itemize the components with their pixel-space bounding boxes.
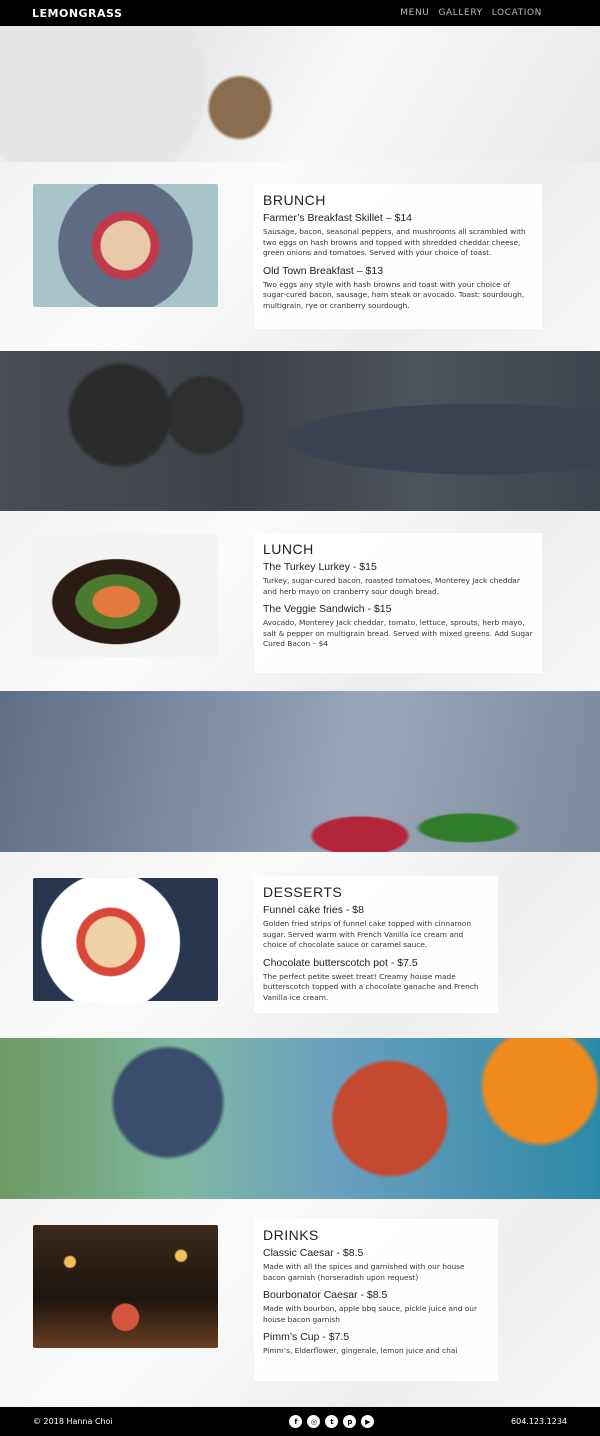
lunch-card: LUNCH The Turkey Lurkey - $15 Turkey, su…	[254, 533, 542, 673]
brunch-photo	[33, 184, 218, 307]
youtube-icon[interactable]: ▶	[361, 1415, 375, 1428]
drinks-photo	[33, 1225, 218, 1348]
section-title: DRINKS	[263, 1227, 319, 1243]
menu-item: Chocolate butterscotch pot - $7.5 The pe…	[263, 957, 489, 1004]
menu-item-desc: Pimm’s, Elderflower, gingerale, lemon ju…	[263, 1346, 458, 1355]
lunch-photo	[33, 534, 218, 657]
section-drinks: DRINKS Classic Caesar - $8.5 Made with a…	[0, 1199, 600, 1407]
menu-item: The Veggie Sandwich - $15 Avocado, Monte…	[263, 603, 533, 650]
menu-item: Farmer’s Breakfast Skillet – $14 Sausage…	[263, 212, 533, 259]
menu-item-name: Farmer’s Breakfast Skillet – $14	[263, 212, 413, 224]
facebook-icon[interactable]: f	[289, 1415, 303, 1428]
section-lunch: LUNCH The Turkey Lurkey - $15 Turkey, su…	[0, 511, 600, 691]
hero-banner-brunch	[0, 26, 600, 162]
menu-item-name: Chocolate butterscotch pot - $7.5	[263, 956, 418, 969]
menu-item-desc: Sausage, bacon, seasonal peppers, and mu…	[263, 227, 526, 257]
menu-item-desc: Made with all the spices and garnished w…	[263, 1262, 465, 1282]
menu-item-name: Pimm’s Cup - $7.5	[263, 1331, 350, 1343]
twitter-icon[interactable]: t	[325, 1415, 339, 1428]
nav-link-location[interactable]: LOCATION	[492, 8, 542, 18]
section-desserts: DESSERTS Funnel cake fries - $8 Golden f…	[0, 852, 600, 1038]
banner-fruit-drinks	[0, 1038, 600, 1199]
brunch-card: BRUNCH Farmer’s Breakfast Skillet – $14 …	[254, 184, 542, 329]
menu-item-desc: Avocado, Monterey Jack cheddar, tomato, …	[263, 618, 533, 648]
menu-item-name: Classic Caesar - $8.5	[263, 1247, 364, 1259]
menu-item-name: The Turkey Lurkey - $15	[263, 561, 377, 573]
nav-link-gallery[interactable]: GALLERY	[438, 8, 482, 18]
menu-item-name: Funnel cake fries - $8	[263, 904, 364, 916]
menu-item: Classic Caesar - $8.5 Made with all the …	[263, 1247, 489, 1283]
menu-item: Old Town Breakfast – $13 Two eggs any st…	[263, 265, 533, 312]
menu-item-name: Bourbonator Caesar - $8.5	[263, 1289, 388, 1301]
nav-link-menu[interactable]: MENU	[400, 8, 429, 18]
social-links: f ◎ t p ▶	[289, 1415, 375, 1428]
menu-item-desc: Golden fried strips of funnel cake toppe…	[263, 919, 472, 949]
banner-flowers	[0, 691, 600, 852]
menu-item-desc: The perfect petite sweet treat! Creamy h…	[263, 971, 479, 1002]
menu-item: Pimm’s Cup - $7.5 Pimm’s, Elderflower, g…	[263, 1331, 489, 1357]
drinks-card: DRINKS Classic Caesar - $8.5 Made with a…	[254, 1219, 498, 1381]
section-title: BRUNCH	[263, 192, 326, 208]
menu-item: The Turkey Lurkey - $15 Turkey, sugar-cu…	[263, 561, 533, 597]
menu-item-desc: Made with bourbon, apple bbq sauce, pick…	[263, 1304, 477, 1324]
desserts-photo	[33, 878, 218, 1001]
menu-item: Funnel cake fries - $8 Golden fried stri…	[263, 904, 489, 951]
section-brunch: BRUNCH Farmer’s Breakfast Skillet – $14 …	[0, 162, 600, 351]
menu-item-desc: Two eggs any style with hash browns and …	[263, 279, 525, 310]
phone-number[interactable]: 604.123.1234	[511, 1417, 567, 1426]
section-title: DESSERTS	[263, 884, 343, 900]
menu-item-name: The Veggie Sandwich - $15	[263, 603, 392, 615]
banner-coffee-table	[0, 351, 600, 511]
top-nav: LEMONGRASS MENU GALLERY LOCATION	[0, 0, 600, 26]
brand-logo[interactable]: LEMONGRASS	[32, 7, 122, 20]
menu-item: Bourbonator Caesar - $8.5 Made with bour…	[263, 1289, 489, 1325]
menu-item-desc: Turkey, sugar-cured bacon, roasted tomat…	[263, 576, 520, 596]
desserts-card: DESSERTS Funnel cake fries - $8 Golden f…	[254, 876, 498, 1013]
footer: © 2018 Hanna Choi f ◎ t p ▶ 604.123.1234	[0, 1407, 600, 1436]
menu-item-name: Old Town Breakfast – $13	[263, 264, 384, 277]
copyright-text: © 2018 Hanna Choi	[33, 1417, 113, 1426]
instagram-icon[interactable]: ◎	[307, 1415, 321, 1428]
section-title: LUNCH	[263, 541, 314, 557]
nav-links: MENU GALLERY LOCATION	[400, 8, 568, 18]
pinterest-icon[interactable]: p	[343, 1415, 357, 1428]
